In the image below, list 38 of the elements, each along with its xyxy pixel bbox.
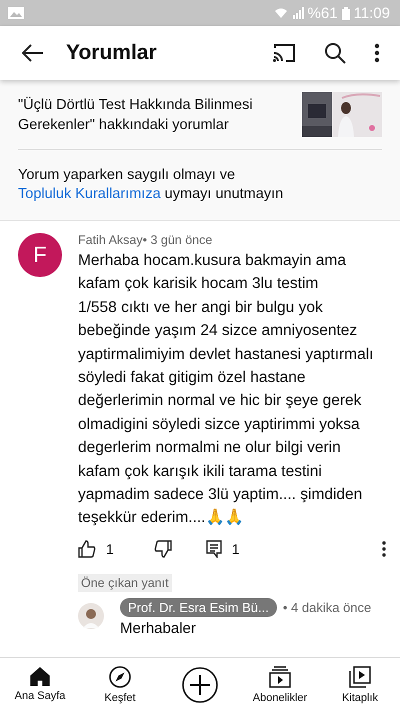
reply-time: • 4 dakika önce	[282, 600, 372, 615]
comment-text: Merhaba hocam.kusura bakmayin ama kafam çok karisik hocam 3lu testim 1/558 cıktı ve her angi bir bulgu yok bebeğinde yaşım 24 sizce amniyosentez yaptirmalimiyim devlet hastanesi yaptırmalı söyledi fakat gitigim özel hastane değerlerimin normal ve hic bir şeye gerek olmadigini söyledi sizce yaptirimmi yoksa degerlerim normalmi ne olur bilgi verin kafam çok karışık ikili tarama testini yapmadim sadece 3lü yaptim.... şimdiden teşekkür ederim....🙏🙏	[78, 251, 374, 528]
nav-tab[interactable]: Abonelikler	[250, 666, 310, 704]
cast-icon[interactable]	[272, 43, 296, 63]
video-title: "Üçlü Dörtlü Test Hakkında Bilinmesi Gerekenler" hakkındaki yorumlar	[18, 96, 254, 134]
more-icon[interactable]	[382, 540, 386, 557]
thumbs-up-icon[interactable]	[78, 540, 96, 558]
wifi-icon	[274, 7, 288, 19]
battery-icon	[342, 6, 350, 20]
add-icon	[182, 666, 218, 702]
reply-icon[interactable]	[206, 540, 222, 558]
library-icon	[349, 666, 371, 688]
nav-tab[interactable]: Kitaplık	[330, 666, 390, 704]
search-icon[interactable]	[324, 42, 346, 64]
thumbs-down-icon[interactable]	[154, 540, 172, 558]
avatar	[78, 602, 104, 629]
featured-reply-tag: Öne çıkan yanıt	[78, 574, 172, 592]
screen-title: Yorumlar	[66, 41, 157, 65]
comment-time: • 3 gün önce	[142, 233, 212, 247]
battery-percent: %61	[308, 4, 338, 22]
back-icon[interactable]	[22, 44, 44, 62]
clock: 11:09	[354, 4, 390, 22]
image-icon	[8, 7, 24, 19]
like-count: 1	[106, 540, 114, 557]
more-icon[interactable]	[374, 43, 380, 63]
subscriptions-icon	[269, 666, 291, 688]
avatar: F	[18, 233, 62, 277]
community-guidelines-notice: Yorum yaparken saygılı olmayı ve Topluluk Kurallarımıza uymayı unutmayın	[18, 166, 284, 204]
signal-icon	[292, 7, 304, 19]
compass-icon	[109, 666, 131, 688]
home-icon	[30, 667, 50, 686]
community-guidelines-link[interactable]: Topluluk Kurallarımıza	[18, 186, 161, 202]
comment-author[interactable]: Fatih Aksay	[78, 233, 143, 247]
reply-count: 1	[232, 540, 240, 557]
author-chip[interactable]: Prof. Dr. Esra Esim Bü...	[120, 598, 277, 617]
nav-tab[interactable]: Keşfet	[90, 666, 150, 704]
nav-tab[interactable]: Ana Sayfa	[10, 667, 70, 702]
reply-text: Merhabaler	[120, 620, 197, 637]
